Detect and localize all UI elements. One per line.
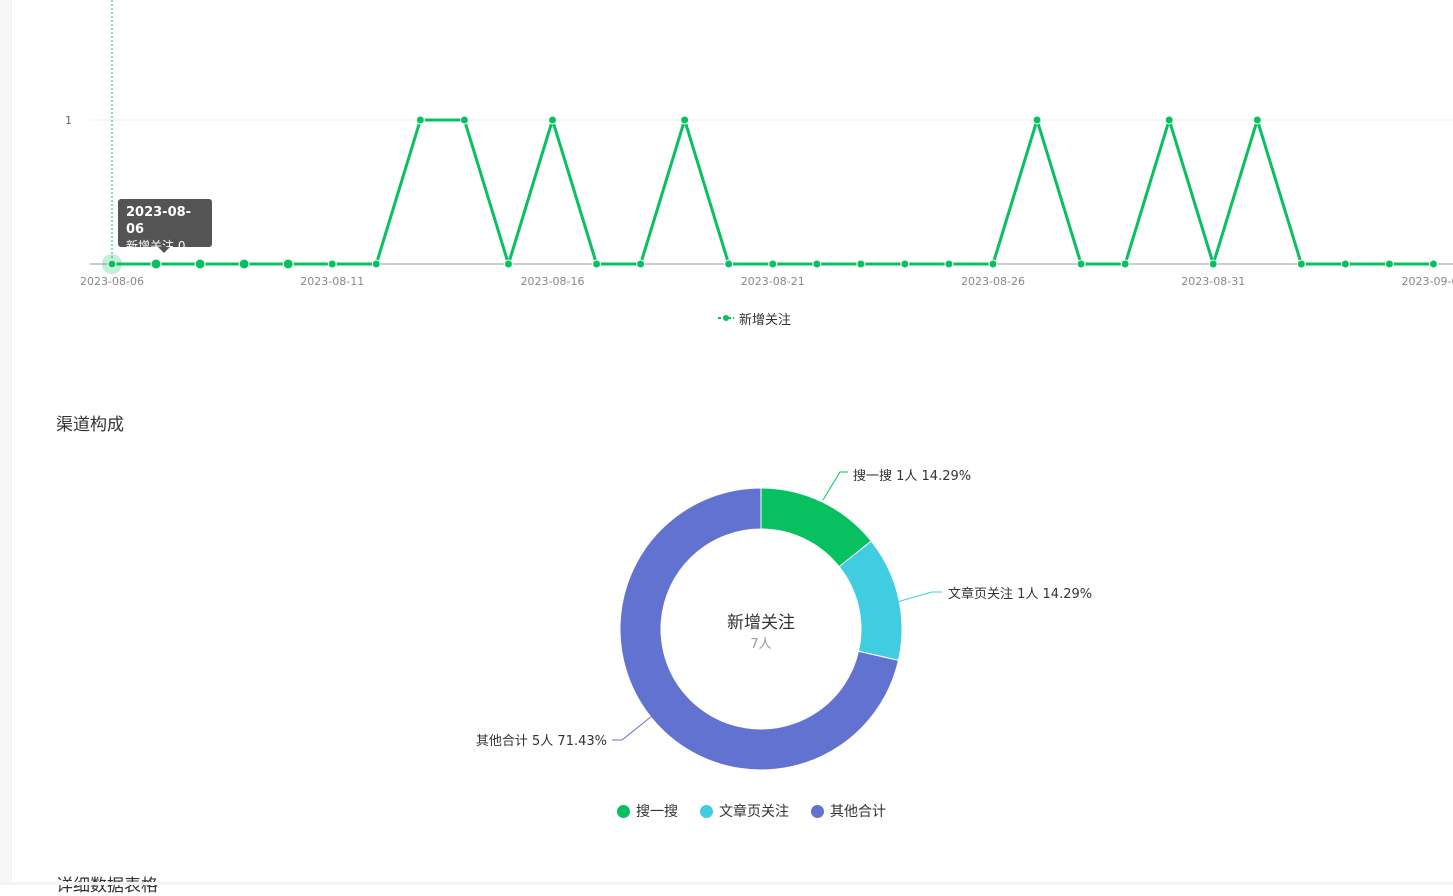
data-point <box>1296 259 1306 269</box>
slice-data-label: 其他合计 5人 71.43% <box>476 734 607 749</box>
data-point <box>1076 259 1086 269</box>
legend-label-search: 搜一搜 <box>636 804 678 820</box>
data-point <box>327 259 337 269</box>
data-point <box>238 258 250 270</box>
data-point <box>724 259 734 269</box>
data-point <box>988 259 998 269</box>
data-point <box>1340 259 1350 269</box>
x-tick-label: 2023-08-16 <box>521 275 585 288</box>
x-tick-label: 2023-08-06 <box>80 275 144 288</box>
data-point <box>282 258 294 270</box>
y-tick-label: 1 <box>65 114 72 127</box>
chart-tooltip: 2023-08-06 新增关注 0 <box>118 199 212 253</box>
slice-label-leader <box>822 471 848 501</box>
line-chart-legend[interactable]: 新增关注 <box>718 308 791 328</box>
legend-dot-icon <box>700 804 713 818</box>
legend-line-marker-icon <box>718 313 734 323</box>
x-tick-label: 2023-08-21 <box>741 275 805 288</box>
data-point <box>680 115 690 125</box>
donut-center-label: 新增关注 7人 <box>661 612 861 654</box>
donut-center-value: 7人 <box>750 637 772 652</box>
data-point <box>944 259 954 269</box>
data-point <box>1208 259 1218 269</box>
data-point <box>856 259 866 269</box>
data-point <box>636 259 646 269</box>
slice-label-leader <box>612 715 653 741</box>
x-tick-label: 2023-09-05 <box>1402 275 1453 288</box>
x-tick-label: 2023-08-31 <box>1181 275 1245 288</box>
data-point <box>1384 259 1394 269</box>
data-point <box>768 259 778 269</box>
data-point <box>812 259 822 269</box>
data-point <box>415 115 425 125</box>
donut-center-title: 新增关注 <box>727 613 795 633</box>
data-point <box>900 259 910 269</box>
legend-item-search[interactable]: 搜一搜 <box>617 801 678 821</box>
channel-section-title: 渠道构成 <box>56 415 124 435</box>
data-point <box>1252 115 1262 125</box>
pie-slice <box>760 487 872 568</box>
legend-item-other[interactable]: 其他合计 <box>811 801 886 821</box>
slice-data-label: 搜一搜 1人 14.29% <box>853 469 971 484</box>
legend-item-article[interactable]: 文章页关注 <box>700 801 789 821</box>
data-point <box>1032 115 1042 125</box>
line-legend-label: 新增关注 <box>739 312 792 328</box>
x-tick-label: 2023-08-26 <box>961 275 1025 288</box>
series-line <box>112 118 1434 266</box>
tooltip-value: 新增关注 0 <box>126 239 186 253</box>
data-point <box>150 258 162 270</box>
legend-dot-icon <box>811 804 824 818</box>
donut-legend: 搜一搜 文章页关注 其他合计 <box>617 801 886 821</box>
data-point <box>503 259 513 269</box>
tooltip-date: 2023-08-06 <box>126 205 192 237</box>
data-point <box>548 115 557 125</box>
data-point <box>371 259 381 269</box>
data-point <box>1429 259 1438 269</box>
data-point <box>1120 259 1130 269</box>
data-point <box>459 115 469 125</box>
slice-label-leader <box>896 591 942 603</box>
slice-data-label: 文章页关注 1人 14.29% <box>948 586 1092 602</box>
line-chart: 1 2023-08-06 2023-08-11 2023-08-16 2023-08-2… <box>65 0 1453 288</box>
legend-dot-icon <box>617 804 630 818</box>
legend-label-other: 其他合计 <box>830 804 886 820</box>
legend-label-article: 文章页关注 <box>719 804 789 820</box>
data-point <box>1164 115 1174 125</box>
data-point <box>194 258 206 270</box>
x-tick-label: 2023-08-11 <box>300 275 364 288</box>
data-point <box>592 259 602 269</box>
data-point <box>107 259 117 269</box>
